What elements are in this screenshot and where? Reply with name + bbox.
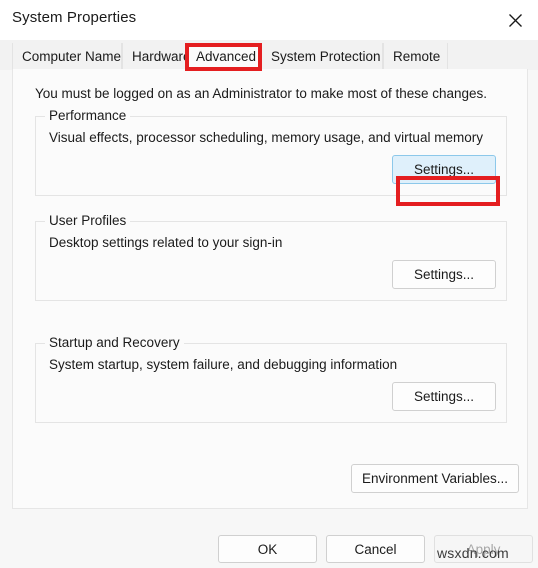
tab-advanced[interactable]: Advanced <box>186 43 261 70</box>
startup-recovery-group: Startup and Recovery System startup, sys… <box>35 335 507 423</box>
performance-group-legend: Performance <box>45 108 131 123</box>
button-label: Settings... <box>413 162 475 177</box>
window-title: System Properties <box>12 9 137 26</box>
tab-hardware[interactable]: Hardware <box>122 43 191 70</box>
user-profiles-group: User Profiles Desktop settings related t… <box>35 213 507 301</box>
system-properties-dialog: System Properties Computer Name Hardware… <box>0 0 538 568</box>
user-profiles-group-description: Desktop settings related to your sign-in <box>49 235 283 250</box>
user-profiles-group-legend: User Profiles <box>45 213 131 228</box>
ok-button[interactable]: OK <box>218 535 317 563</box>
user-profiles-settings-button[interactable]: Settings... <box>392 260 496 289</box>
tab-remote[interactable]: Remote <box>383 43 448 70</box>
cancel-button[interactable]: Cancel <box>326 535 425 563</box>
tab-computer-name[interactable]: Computer Name <box>12 43 122 70</box>
title-bar: System Properties <box>0 0 538 40</box>
administrator-note: You must be logged on as an Administrato… <box>35 86 488 101</box>
tab-system-protection[interactable]: System Protection <box>261 43 383 70</box>
watermark: wsxdn.com <box>437 545 509 561</box>
startup-recovery-group-description: System startup, system failure, and debu… <box>49 357 398 372</box>
tab-label: Advanced <box>196 49 257 64</box>
close-button[interactable] <box>492 0 538 40</box>
tab-label: Remote <box>393 49 441 64</box>
performance-group-description: Visual effects, processor scheduling, me… <box>49 130 483 145</box>
tab-label: System Protection <box>271 49 381 64</box>
startup-recovery-settings-button[interactable]: Settings... <box>392 382 496 411</box>
environment-variables-button[interactable]: Environment Variables... <box>351 464 519 493</box>
button-label: Settings... <box>413 267 475 282</box>
performance-settings-button[interactable]: Settings... <box>392 155 496 184</box>
advanced-tab-panel: You must be logged on as an Administrato… <box>12 69 528 509</box>
tab-label: Hardware <box>132 49 191 64</box>
performance-group: Performance Visual effects, processor sc… <box>35 108 507 196</box>
button-label: OK <box>257 541 278 557</box>
button-label: Environment Variables... <box>361 471 509 486</box>
tab-label: Computer Name <box>22 49 122 64</box>
close-icon <box>508 13 523 28</box>
tab-strip: Computer Name Hardware Advanced System P… <box>0 40 538 70</box>
button-label: Cancel <box>354 541 397 557</box>
startup-recovery-group-legend: Startup and Recovery <box>45 335 184 350</box>
button-label: Settings... <box>413 389 475 404</box>
